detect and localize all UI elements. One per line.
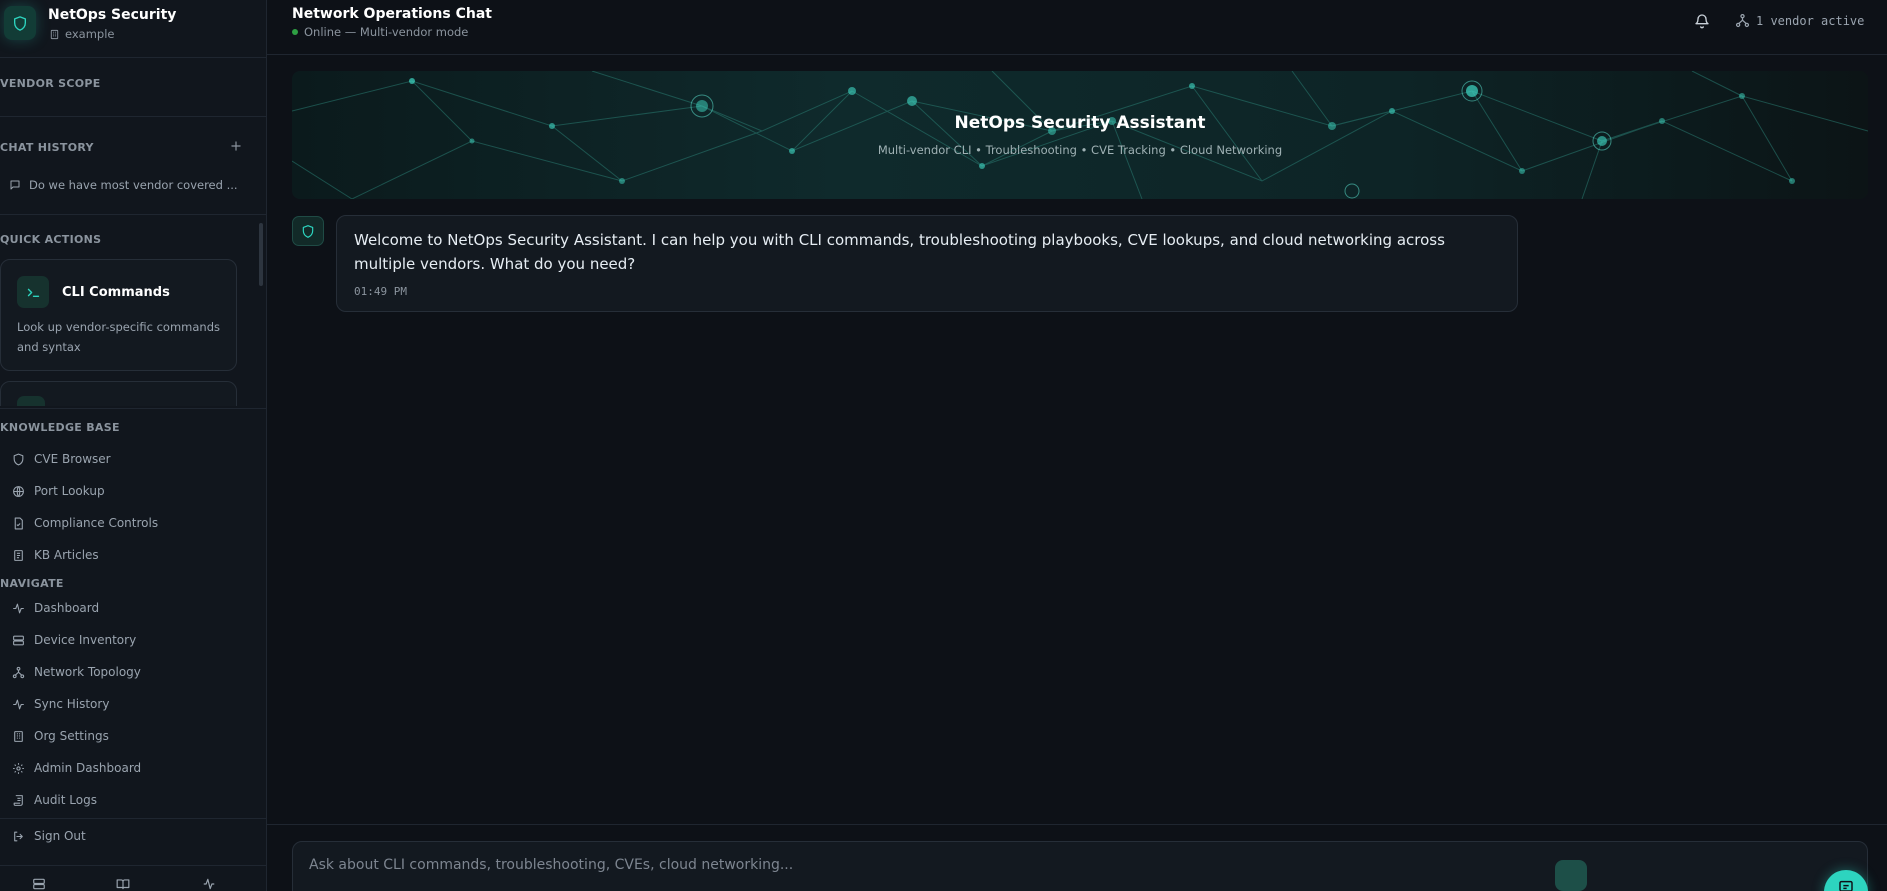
assistant-avatar bbox=[292, 216, 324, 246]
bell-icon[interactable] bbox=[1694, 13, 1710, 29]
nav-item-label: Sync History bbox=[34, 697, 110, 711]
connection-status: Online — Multi-vendor mode bbox=[292, 25, 468, 39]
status-text: Online — Multi-vendor mode bbox=[304, 25, 469, 39]
banner-title: NetOps Security Assistant bbox=[954, 113, 1206, 133]
send-button[interactable] bbox=[1555, 860, 1587, 891]
shield-icon bbox=[14, 15, 26, 31]
chat-icon bbox=[1839, 880, 1853, 891]
globe-icon bbox=[13, 485, 24, 497]
message-text: Welcome to NetOps Security Assistant. I … bbox=[354, 231, 1445, 273]
nav-item-admin-dashboard[interactable]: Admin Dashboard bbox=[0, 755, 262, 781]
sidebar: NetOps Security example VENDOR SCOPE CHA… bbox=[0, 0, 267, 891]
sign-out-icon bbox=[14, 831, 23, 841]
knowledge-base-label: KNOWLEDGE BASE bbox=[0, 421, 120, 434]
quick-action-description: Look up vendor-specific commands and syn… bbox=[17, 320, 220, 354]
quick-action-cli-commands[interactable]: CLI Commands Look up vendor-specific com… bbox=[0, 259, 237, 371]
vendor-active-label: 1 vendor active bbox=[1756, 13, 1865, 28]
chat-history-label-text: Do we have most vendor covered ... bbox=[29, 178, 238, 192]
building-icon bbox=[50, 29, 59, 39]
nav-item-label: Device Inventory bbox=[34, 633, 137, 647]
nav-item-device-inventory[interactable]: Device Inventory bbox=[0, 627, 262, 653]
navigate-label: NAVIGATE bbox=[0, 577, 64, 590]
divider bbox=[0, 116, 266, 117]
kb-item-cve-browser[interactable]: CVE Browser bbox=[0, 446, 262, 472]
org-name[interactable]: example bbox=[49, 27, 115, 41]
topology-icon bbox=[12, 666, 25, 678]
nav-item-label: Dashboard bbox=[34, 601, 100, 615]
topology-icon bbox=[1735, 13, 1750, 28]
quick-action-card[interactable] bbox=[0, 381, 237, 406]
kb-item-kb-articles[interactable]: KB Articles bbox=[0, 542, 262, 568]
nav-item-audit-logs[interactable]: Audit Logs bbox=[0, 787, 262, 813]
vendor-active-indicator[interactable]: 1 vendor active bbox=[1735, 13, 1864, 28]
sign-out-button[interactable]: Sign Out bbox=[0, 823, 262, 849]
banner-subtitle: Multi-vendor CLI • Troubleshooting • CVE… bbox=[877, 143, 1283, 157]
vendor-scope-label: VENDOR SCOPE bbox=[0, 77, 101, 90]
server-icon bbox=[13, 635, 24, 645]
brand-logo[interactable] bbox=[4, 6, 36, 40]
kb-item-label: KB Articles bbox=[34, 548, 99, 562]
assistant-banner: NetOps Security Assistant Multi-vendor C… bbox=[292, 71, 1868, 199]
kb-item-label: Port Lookup bbox=[34, 484, 105, 498]
nav-item-label: Audit Logs bbox=[34, 793, 97, 807]
book-icon bbox=[14, 549, 23, 561]
nav-item-dashboard[interactable]: Dashboard bbox=[0, 595, 262, 621]
shield-icon bbox=[302, 224, 314, 238]
nav-item-network-topology[interactable]: Network Topology bbox=[0, 659, 262, 685]
nav-item-org-settings[interactable]: Org Settings bbox=[0, 723, 262, 749]
activity-icon bbox=[13, 603, 24, 613]
brand: NetOps Security example bbox=[0, 0, 266, 58]
scroll-icon bbox=[13, 794, 23, 806]
divider bbox=[0, 818, 266, 819]
gear-icon bbox=[13, 762, 24, 774]
quick-actions-scrollbar[interactable] bbox=[259, 223, 263, 286]
status-dot bbox=[292, 29, 298, 35]
book-open-icon[interactable] bbox=[116, 877, 130, 891]
server-icon[interactable] bbox=[32, 877, 46, 891]
file-check-icon bbox=[14, 517, 23, 529]
divider bbox=[0, 214, 266, 215]
composer-area bbox=[267, 824, 1887, 891]
composer bbox=[292, 841, 1868, 891]
chat-history-label: CHAT HISTORY bbox=[0, 141, 94, 154]
assistant-message: Welcome to NetOps Security Assistant. I … bbox=[336, 215, 1518, 312]
nav-item-label: Admin Dashboard bbox=[34, 761, 142, 775]
quick-actions-label: QUICK ACTIONS bbox=[0, 233, 102, 246]
activity-icon[interactable] bbox=[202, 877, 216, 891]
page-title: Network Operations Chat bbox=[292, 6, 492, 22]
plus-icon[interactable] bbox=[229, 139, 243, 153]
nav-item-sync-history[interactable]: Sync History bbox=[0, 691, 262, 717]
quick-action-icon-box bbox=[17, 276, 49, 308]
quick-action-title: CLI Commands bbox=[62, 285, 170, 300]
activity-icon bbox=[13, 699, 24, 709]
building-icon bbox=[14, 730, 23, 742]
terminal-icon bbox=[27, 288, 39, 297]
quick-action-icon-box bbox=[17, 396, 45, 406]
nav-item-label: Org Settings bbox=[34, 729, 109, 743]
network-background-graphic bbox=[292, 71, 1868, 199]
kb-item-port-lookup[interactable]: Port Lookup bbox=[0, 478, 262, 504]
org-name-label: example bbox=[65, 27, 115, 41]
message-icon bbox=[10, 180, 20, 190]
quick-actions-list[interactable]: CLI Commands Look up vendor-specific com… bbox=[0, 259, 266, 406]
sidebar-bottom-tabs bbox=[0, 865, 266, 891]
brand-title: NetOps Security bbox=[48, 7, 177, 23]
chat-header: Network Operations Chat Online — Multi-v… bbox=[267, 0, 1887, 55]
kb-item-compliance-controls[interactable]: Compliance Controls bbox=[0, 510, 262, 536]
kb-item-label: Compliance Controls bbox=[34, 516, 159, 530]
kb-item-label: CVE Browser bbox=[34, 452, 111, 466]
shield-icon bbox=[13, 453, 24, 465]
sign-out-label: Sign Out bbox=[34, 829, 86, 843]
chat-history-item[interactable]: Do we have most vendor covered ... bbox=[0, 172, 262, 198]
nav-item-label: Network Topology bbox=[34, 665, 141, 679]
message-timestamp: 01:49 PM bbox=[354, 285, 407, 298]
divider bbox=[0, 408, 266, 409]
chat-input[interactable] bbox=[309, 854, 1759, 876]
